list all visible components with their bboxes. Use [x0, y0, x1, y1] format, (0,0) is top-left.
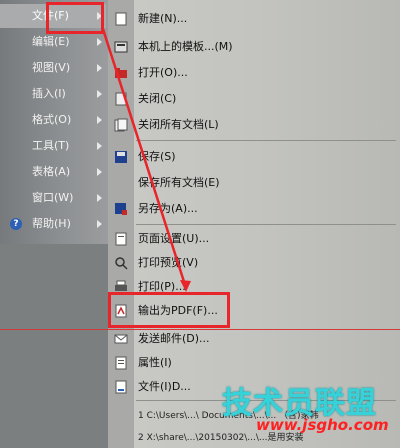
- save-item[interactable]: 保存(S): [108, 146, 400, 168]
- close-all-label: 关闭所有文档(L): [138, 118, 219, 131]
- save-as-icon: [115, 203, 127, 215]
- menu-tools[interactable]: 工具(T): [0, 134, 106, 158]
- menu-tools-label: 工具(T): [32, 139, 70, 152]
- chevron-right-icon: [97, 38, 102, 46]
- properties-item[interactable]: 属性(I): [108, 352, 400, 374]
- save-as-label: 另存为(A)...: [138, 202, 198, 215]
- open-item[interactable]: 打开(O)...: [108, 62, 400, 84]
- properties-label: 属性(I): [138, 356, 172, 369]
- page-setup-icon: [115, 232, 127, 246]
- print-preview-icon: [115, 257, 128, 270]
- menu-format-label: 格式(O): [32, 113, 72, 126]
- menu-window[interactable]: 窗口(W): [0, 186, 106, 210]
- new-item[interactable]: 新建(N)...: [108, 8, 400, 30]
- menu-window-label: 窗口(W): [32, 191, 74, 204]
- close-item[interactable]: 关闭(C): [108, 88, 400, 110]
- main-menu: 文件(F) 编辑(E) 视图(V) 插入(I) 格式(O) 工具(T) 表格(A…: [0, 0, 108, 448]
- save-all-item[interactable]: 保存所有文档(E): [108, 172, 400, 194]
- highlight-export-pdf: [108, 292, 230, 328]
- menu-help[interactable]: ? 帮助(H): [0, 212, 106, 236]
- menu-table[interactable]: 表格(A): [0, 160, 106, 184]
- templates-item[interactable]: 本机上的模板...(M): [108, 36, 400, 58]
- menu-view[interactable]: 视图(V): [0, 56, 106, 80]
- new-label: 新建(N)...: [138, 12, 188, 25]
- send-mail-item[interactable]: 发送邮件(D)...: [108, 328, 400, 350]
- separator: [136, 224, 396, 225]
- menu-help-label: 帮助(H): [32, 217, 71, 230]
- menu-background: [0, 244, 108, 448]
- save-label: 保存(S): [138, 150, 176, 163]
- templates-label: 本机上的模板...(M): [138, 40, 233, 53]
- close-all-icon: [114, 118, 128, 132]
- send-mail-label: 发送邮件(D)...: [138, 332, 210, 345]
- menu-table-label: 表格(A): [32, 165, 71, 178]
- separator: [136, 140, 396, 141]
- template-icon: [114, 41, 128, 53]
- chevron-right-icon: [97, 90, 102, 98]
- chevron-right-icon: [97, 64, 102, 72]
- chevron-right-icon: [97, 220, 102, 228]
- watermark-url: www.jsgho.com: [256, 416, 389, 434]
- mail-icon: [114, 334, 128, 344]
- chevron-right-icon: [97, 142, 102, 150]
- highlight-file-menu: [46, 2, 104, 34]
- save-icon: [115, 151, 127, 163]
- save-all-label: 保存所有文档(E): [138, 176, 220, 189]
- red-guide-line: [0, 329, 400, 330]
- help-icon: ?: [10, 218, 22, 230]
- menu-insert-label: 插入(I): [32, 87, 66, 100]
- new-document-icon: [115, 12, 127, 26]
- menu-format[interactable]: 格式(O): [0, 108, 106, 132]
- page-setup-item[interactable]: 页面设置(U)...: [108, 228, 400, 250]
- chevron-right-icon: [97, 168, 102, 176]
- chevron-right-icon: [97, 116, 102, 124]
- close-document-icon: [115, 92, 127, 106]
- open-label: 打开(O)...: [138, 66, 188, 79]
- save-as-item[interactable]: 另存为(A)...: [108, 198, 400, 220]
- print-preview-item[interactable]: 打印预览(V): [108, 252, 400, 274]
- chevron-right-icon: [97, 194, 102, 202]
- file-info-label: 文件(I)D...: [138, 380, 191, 393]
- close-label: 关闭(C): [138, 92, 177, 105]
- close-all-item[interactable]: 关闭所有文档(L): [108, 114, 400, 136]
- menu-view-label: 视图(V): [32, 61, 71, 74]
- file-info-icon: [115, 380, 127, 394]
- menu-insert[interactable]: 插入(I): [0, 82, 106, 106]
- folder-open-icon: [115, 68, 127, 78]
- print-preview-label: 打印预览(V): [138, 256, 199, 269]
- properties-icon: [115, 356, 127, 370]
- page-setup-label: 页面设置(U)...: [138, 232, 210, 245]
